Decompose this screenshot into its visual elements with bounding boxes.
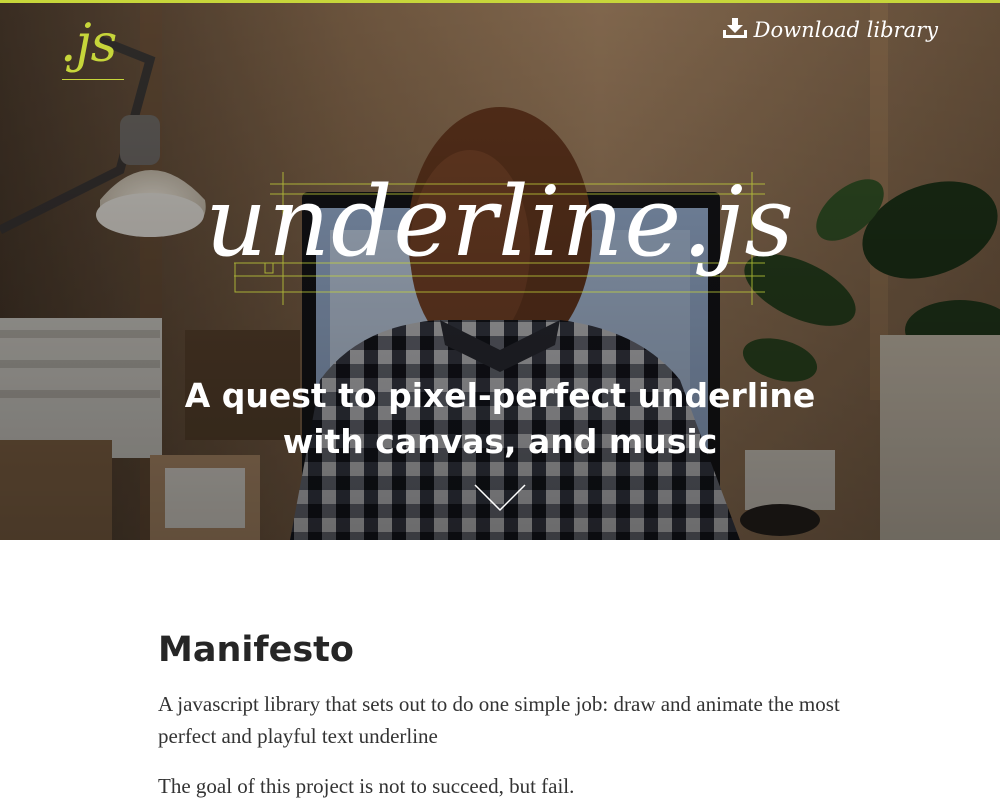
- chevron-down-icon[interactable]: [474, 483, 526, 513]
- logo-underline: [62, 79, 124, 80]
- manifesto-heading: Manifesto: [158, 630, 354, 670]
- hero-tagline-line-2: with canvas, and music: [282, 422, 718, 461]
- manifesto-section: Manifesto A javascript library that sets…: [158, 630, 848, 800]
- hero-tagline: A quest to pixel-perfect underline with …: [0, 373, 1000, 465]
- hero-title: underline.js: [205, 166, 795, 278]
- hero: .js Download library underline.js A ques…: [0, 0, 1000, 540]
- hero-tagline-line-1: A quest to pixel-perfect underline: [184, 376, 816, 415]
- download-library-button[interactable]: Download library: [722, 16, 938, 44]
- manifesto-paragraph: The goal of this project is not to succe…: [158, 774, 575, 798]
- download-icon: [722, 17, 748, 43]
- manifesto-paragraph: A javascript library that sets out to do…: [158, 692, 840, 748]
- download-library-label: Download library: [753, 18, 938, 42]
- accent-top-bar: [0, 0, 1000, 3]
- logo[interactable]: .js: [60, 14, 117, 74]
